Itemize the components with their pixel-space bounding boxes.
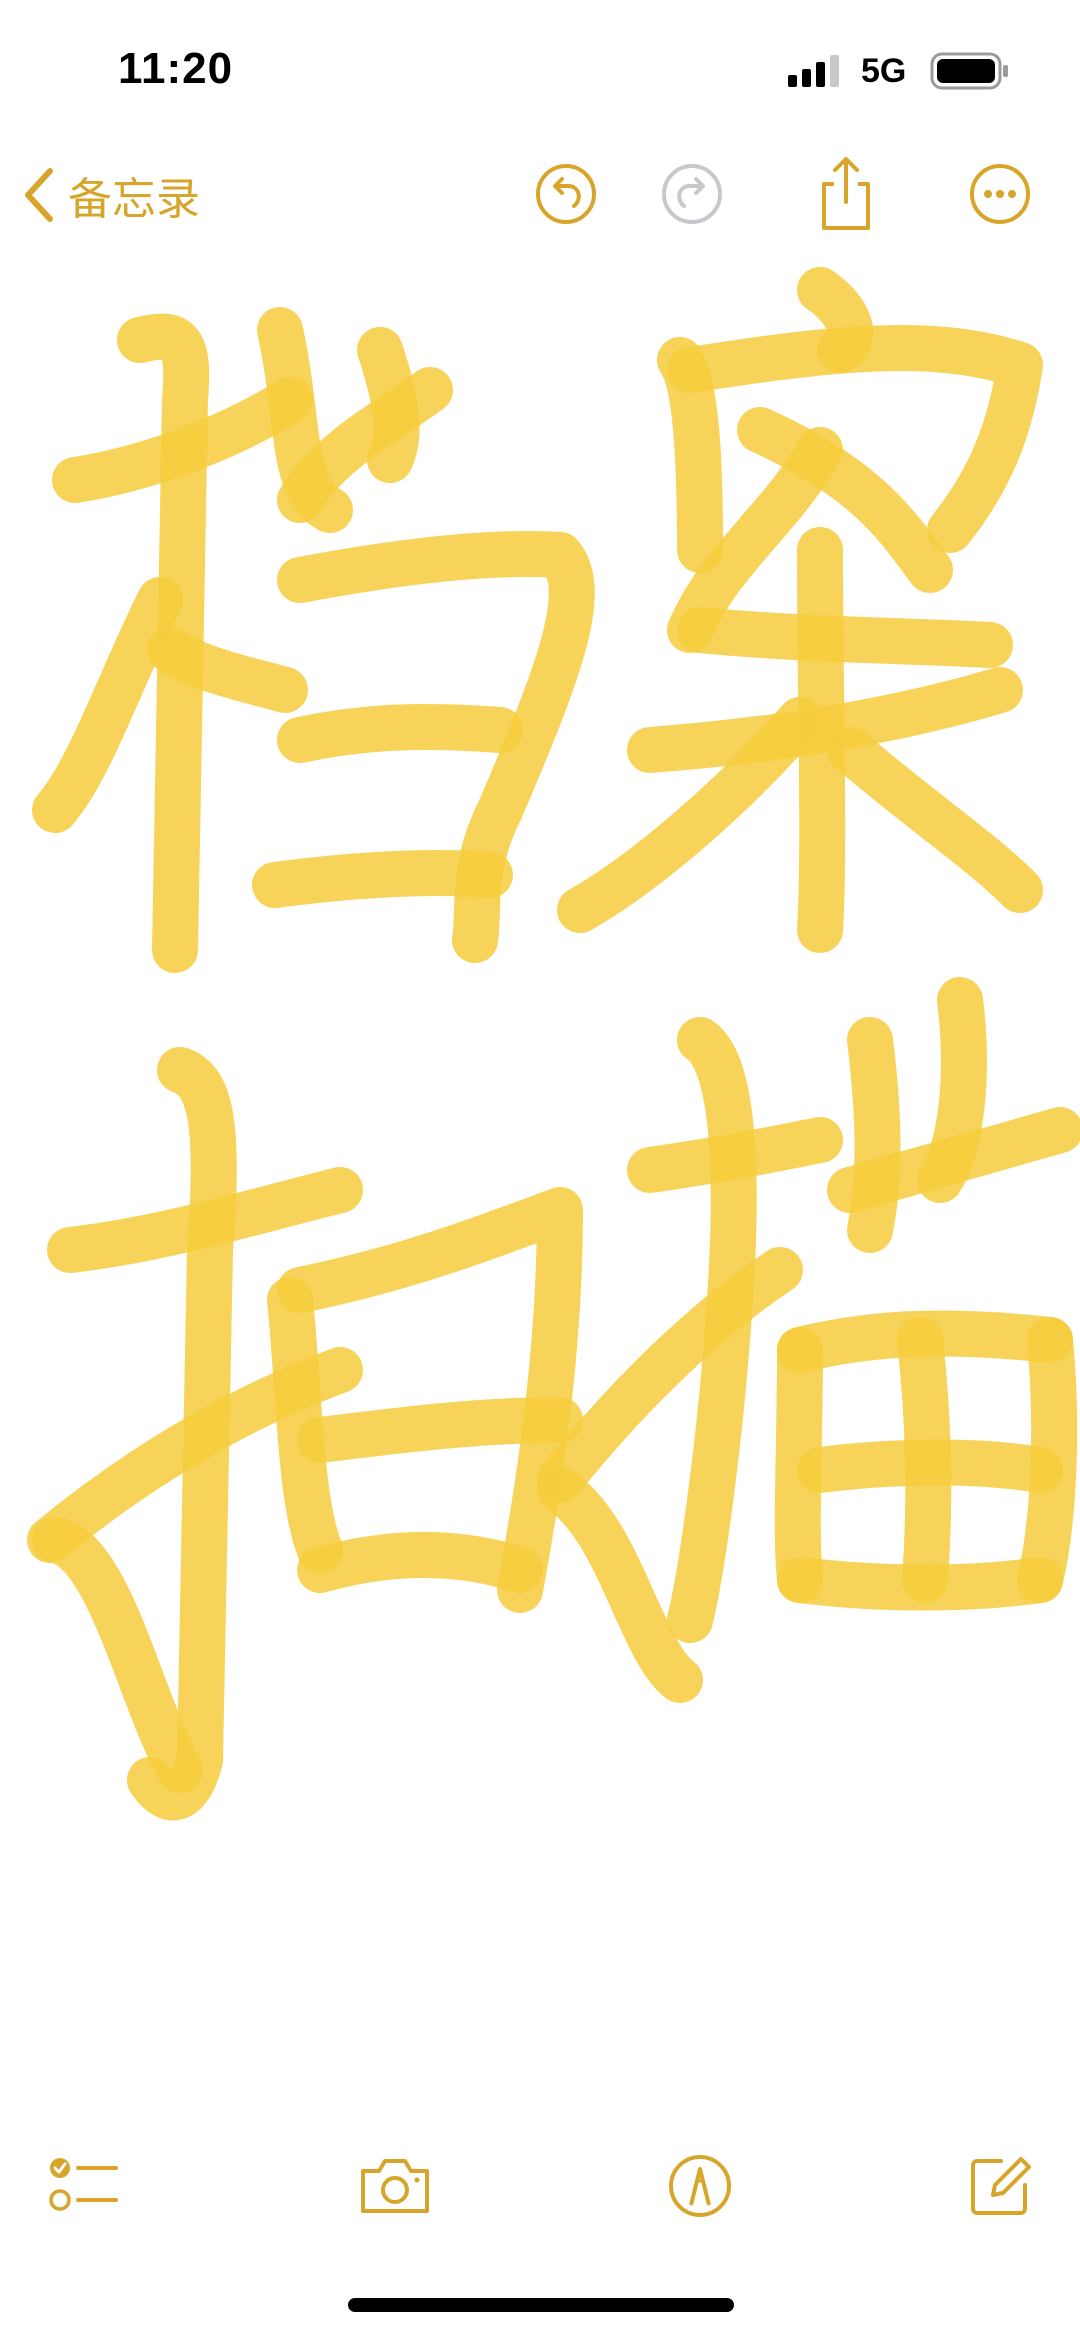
drawing-canvas[interactable]	[0, 250, 1080, 2130]
network-type: 5G	[861, 52, 907, 90]
checklist-icon	[49, 2158, 118, 2211]
back-label: 备忘录	[68, 174, 200, 225]
checklist-button[interactable]	[44, 2146, 124, 2226]
redo-button[interactable]	[654, 156, 730, 232]
chevron-left-icon	[25, 168, 53, 222]
share-icon	[822, 157, 870, 230]
nav-bar: 备忘录	[0, 150, 1080, 240]
home-indicator[interactable]	[348, 2298, 734, 2312]
markup-pen-icon	[669, 2155, 731, 2217]
back-button[interactable]: 备忘录	[20, 160, 200, 230]
undo-button[interactable]	[528, 156, 604, 232]
ellipsis-circle-icon	[970, 164, 1030, 224]
compose-icon	[971, 2157, 1031, 2215]
markup-button[interactable]	[660, 2146, 740, 2226]
more-button[interactable]	[962, 156, 1038, 232]
handwriting-char-an	[557, 267, 1043, 953]
compose-button[interactable]	[960, 2146, 1040, 2226]
battery-icon	[930, 52, 1008, 90]
bottom-toolbar	[0, 2140, 1080, 2230]
share-button[interactable]	[808, 156, 884, 232]
camera-icon	[361, 2159, 429, 2213]
undo-icon	[536, 164, 596, 224]
handwriting-char-miao	[537, 977, 1080, 1703]
status-bar: 11:20 5G	[0, 0, 1080, 140]
handwriting-char-sao	[27, 1047, 583, 1821]
cellular-signal-icon	[788, 55, 839, 87]
status-time: 11:20	[118, 44, 234, 93]
redo-icon	[662, 164, 722, 224]
handwriting-char-dang	[32, 307, 595, 973]
camera-button[interactable]	[355, 2146, 435, 2226]
